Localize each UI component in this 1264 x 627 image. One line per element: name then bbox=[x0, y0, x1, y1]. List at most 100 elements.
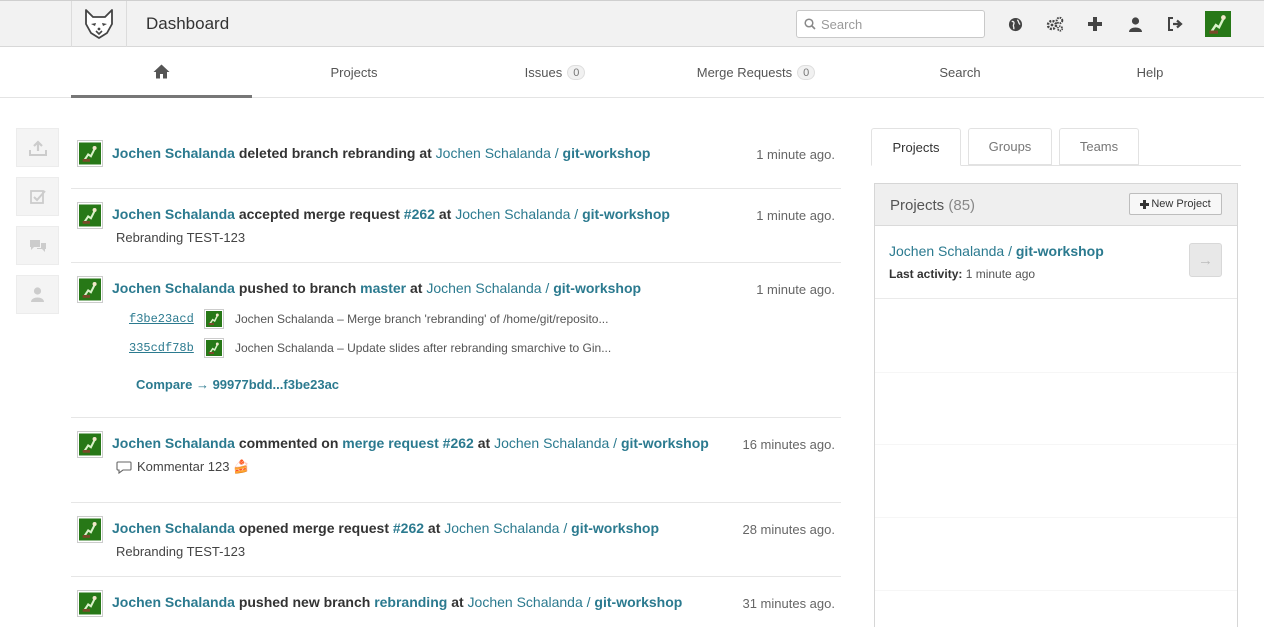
sidebar-team-button[interactable] bbox=[16, 275, 59, 314]
logout-icon[interactable] bbox=[1165, 14, 1185, 34]
search-field[interactable] bbox=[796, 10, 985, 38]
divider bbox=[875, 517, 1237, 518]
event-time: 28 minutes ago. bbox=[742, 522, 835, 537]
tab-merge-requests[interactable]: Merge Requests 0 bbox=[676, 47, 836, 98]
event-title: Jochen Schalanda pushed new branch rebra… bbox=[112, 594, 682, 610]
event-time: 1 minute ago. bbox=[756, 282, 835, 297]
event-time: 31 minutes ago. bbox=[742, 596, 835, 611]
event-user-link[interactable]: Jochen Schalanda bbox=[112, 435, 235, 451]
search-icon bbox=[804, 18, 816, 30]
main-nav: Projects Issues 0 Merge Requests 0 Searc… bbox=[0, 47, 1264, 98]
event-title: Jochen Schalanda deleted branch rebrandi… bbox=[112, 145, 650, 161]
event-title: Jochen Schalanda pushed to branch master… bbox=[112, 280, 641, 296]
plus-icon[interactable] bbox=[1085, 14, 1105, 34]
tab-home[interactable] bbox=[71, 47, 252, 98]
event-item: Jochen Schalanda commented on merge requ… bbox=[71, 418, 841, 503]
new-project-button[interactable]: New Project bbox=[1129, 193, 1222, 215]
tab-search[interactable]: Search bbox=[900, 47, 1020, 98]
event-target-link[interactable]: #262 bbox=[393, 520, 424, 536]
divider bbox=[875, 590, 1237, 591]
event-item: Jochen Schalanda accepted merge request … bbox=[71, 189, 841, 263]
tab-panel-groups[interactable]: Groups bbox=[968, 128, 1052, 165]
tab-issues-label: Issues bbox=[524, 65, 563, 80]
event-project-link[interactable]: Jochen Schalanda / git-workshop bbox=[455, 206, 670, 222]
avatar bbox=[204, 338, 224, 358]
event-target-link[interactable]: merge request #262 bbox=[342, 435, 474, 451]
event-user-link[interactable]: Jochen Schalanda bbox=[112, 280, 235, 296]
tab-issues[interactable]: Issues 0 bbox=[495, 47, 615, 98]
app-logo[interactable] bbox=[71, 1, 127, 47]
project-count: (85) bbox=[948, 197, 976, 214]
projects-panel: Projects (85) New Project Jochen Schalan… bbox=[874, 183, 1238, 627]
event-project-link[interactable]: Jochen Schalanda / git-workshop bbox=[426, 280, 641, 296]
tab-help[interactable]: Help bbox=[1090, 47, 1210, 98]
sidebar-comments-button[interactable] bbox=[16, 226, 59, 265]
commit-message: Jochen Schalanda – Merge branch 'rebrand… bbox=[235, 312, 609, 326]
event-action: accepted merge request bbox=[238, 206, 400, 222]
event-target-link[interactable]: #262 bbox=[404, 206, 435, 222]
event-action: pushed new branch bbox=[238, 594, 371, 610]
avatar bbox=[204, 309, 224, 329]
tab-panel-teams[interactable]: Teams bbox=[1059, 128, 1139, 165]
tab-panel-projects[interactable]: Projects bbox=[871, 128, 961, 166]
commit-sha-link[interactable]: f3be23acd bbox=[129, 312, 194, 326]
top-header: Dashboard bbox=[0, 0, 1264, 47]
sidebar-merge-events-button[interactable] bbox=[16, 177, 59, 216]
search-input[interactable] bbox=[821, 16, 971, 32]
event-at: at bbox=[409, 280, 423, 296]
avatar bbox=[77, 276, 103, 303]
tab-projects[interactable]: Projects bbox=[294, 47, 414, 98]
merge-requests-count-badge: 0 bbox=[797, 65, 816, 80]
home-icon bbox=[153, 64, 170, 78]
user-icon bbox=[31, 287, 44, 302]
avatar bbox=[77, 516, 103, 543]
event-project-link[interactable]: Jochen Schalanda / git-workshop bbox=[468, 594, 683, 610]
event-time: 1 minute ago. bbox=[756, 208, 835, 223]
event-item: Jochen Schalanda pushed to branch master… bbox=[71, 263, 841, 418]
event-at: at bbox=[451, 594, 464, 610]
checkbox-icon bbox=[29, 189, 46, 204]
event-action: deleted branch bbox=[238, 145, 339, 161]
event-action: commented on bbox=[238, 435, 339, 451]
commit-row: f3be23acd bbox=[129, 311, 194, 326]
event-branch-link[interactable]: rebranding bbox=[374, 594, 447, 610]
event-comment: Kommentar 123 🍰 bbox=[116, 459, 249, 475]
project-list-item[interactable]: Jochen Schalanda / git-workshop Last act… bbox=[875, 226, 1237, 299]
event-item: Jochen Schalanda deleted branch rebrandi… bbox=[71, 128, 841, 189]
sidebar-push-events-button[interactable] bbox=[16, 128, 59, 167]
plus-icon bbox=[1140, 199, 1150, 209]
event-item: Jochen Schalanda pushed new branch rebra… bbox=[71, 577, 841, 627]
panel-header: Projects (85) New Project bbox=[875, 184, 1237, 226]
event-action: opened merge request bbox=[238, 520, 389, 536]
event-project-link[interactable]: Jochen Schalanda / git-workshop bbox=[444, 520, 659, 536]
event-project-link[interactable]: Jochen Schalanda / git-workshop bbox=[436, 145, 651, 161]
avatar bbox=[77, 590, 103, 617]
globe-icon[interactable] bbox=[1005, 14, 1025, 34]
user-avatar[interactable] bbox=[1205, 11, 1231, 37]
admin-gears-icon[interactable] bbox=[1045, 14, 1065, 34]
project-last-activity: Last activity: 1 minute ago bbox=[889, 267, 1036, 281]
project-link[interactable]: Jochen Schalanda / git-workshop bbox=[889, 243, 1104, 259]
event-at: at bbox=[419, 145, 432, 161]
event-detail: Rebranding TEST-123 bbox=[116, 544, 246, 559]
fox-logo-icon bbox=[85, 9, 113, 39]
arrow-right-icon[interactable]: → bbox=[1189, 243, 1222, 277]
tab-help-label: Help bbox=[1136, 65, 1164, 80]
event-action: pushed to branch bbox=[238, 280, 357, 296]
event-at: at bbox=[477, 435, 491, 451]
event-user-link[interactable]: Jochen Schalanda bbox=[112, 206, 235, 222]
event-item: Jochen Schalanda opened merge request #2… bbox=[71, 503, 841, 577]
tab-search-label: Search bbox=[939, 65, 981, 80]
event-user-link[interactable]: Jochen Schalanda bbox=[112, 145, 235, 161]
avatar bbox=[77, 202, 103, 229]
compare-link[interactable]: Compare → 99977bdd...f3be23ac bbox=[136, 377, 339, 392]
event-user-link[interactable]: Jochen Schalanda bbox=[112, 594, 235, 610]
event-branch-link[interactable]: master bbox=[360, 280, 406, 296]
event-time: 1 minute ago. bbox=[756, 147, 835, 162]
event-project-link[interactable]: Jochen Schalanda / git-workshop bbox=[494, 435, 709, 451]
issues-count-badge: 0 bbox=[567, 65, 586, 80]
event-at: at bbox=[438, 206, 452, 222]
profile-icon[interactable] bbox=[1125, 14, 1145, 34]
commit-sha-link[interactable]: 335cdf78b bbox=[129, 341, 194, 355]
event-user-link[interactable]: Jochen Schalanda bbox=[112, 520, 235, 536]
